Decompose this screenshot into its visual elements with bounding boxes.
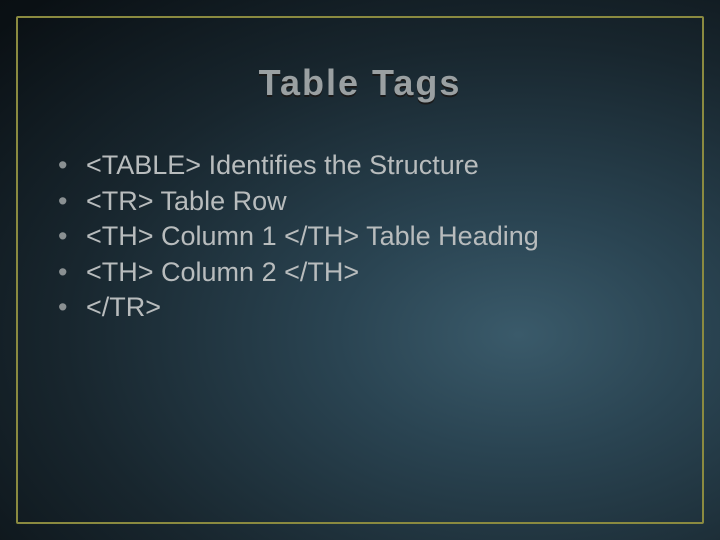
bullet-item: <TR> Table Row — [58, 184, 668, 219]
slide: Table Tags Table Tags <TABLE> Identifies… — [0, 0, 720, 540]
bullet-item: </TR> — [58, 290, 668, 325]
bullet-item: <TH> Column 1 </TH> Table Heading — [58, 219, 668, 254]
bullet-item: <TABLE> Identifies the Structure — [58, 148, 668, 183]
slide-content: Table Tags Table Tags <TABLE> Identifies… — [12, 12, 708, 528]
title-text: Table Tags — [12, 62, 708, 104]
bullet-item: <TH> Column 2 </TH> — [58, 255, 668, 290]
bullet-list: <TABLE> Identifies the Structure <TR> Ta… — [12, 148, 708, 325]
slide-title: Table Tags Table Tags — [12, 64, 708, 106]
